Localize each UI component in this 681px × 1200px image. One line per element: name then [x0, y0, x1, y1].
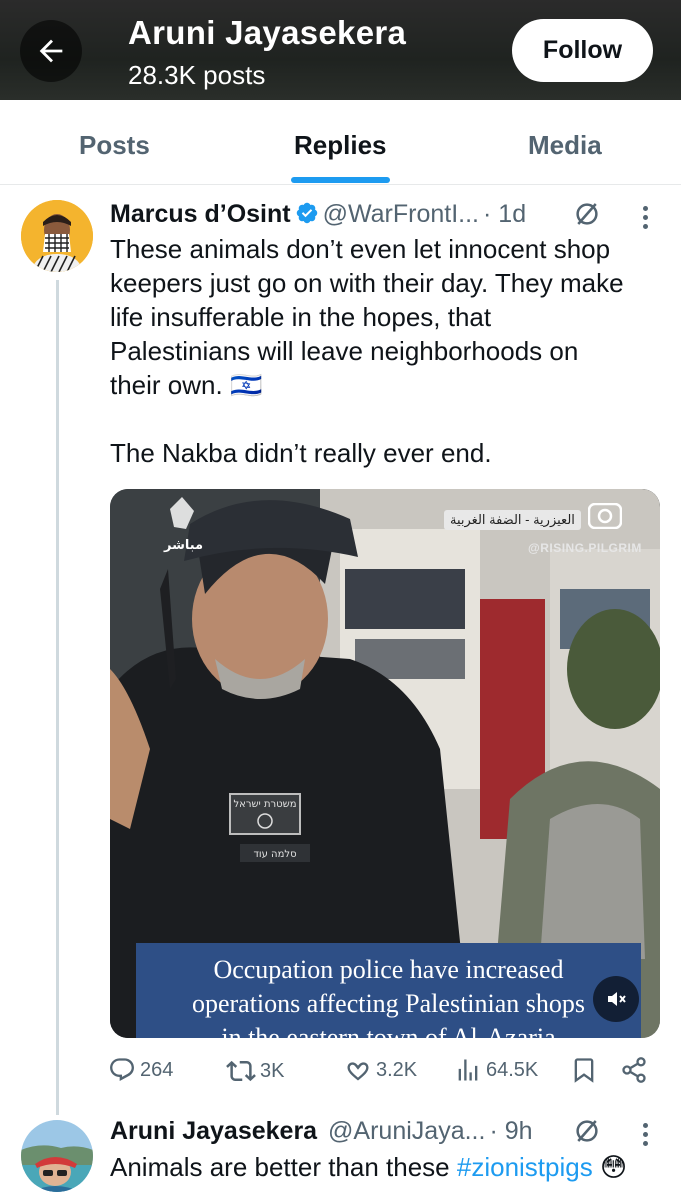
mute-button[interactable]	[593, 976, 639, 1022]
share-icon	[622, 1057, 646, 1083]
share-button[interactable]	[620, 1056, 652, 1084]
repost-button[interactable]: 3K	[226, 1056, 284, 1086]
post-time[interactable]: · 1d	[483, 200, 526, 228]
reply-count: 264	[140, 1058, 174, 1081]
avatar-image	[21, 200, 93, 272]
watermark: @RISING.PILGRIM	[528, 541, 642, 555]
profile-name: Aruni Jayasekera	[128, 14, 407, 51]
follow-button[interactable]: Follow	[512, 19, 653, 82]
video-media[interactable]: משטרת ישראל סלמה עוד العيزرية - الضفة ال…	[110, 489, 660, 1038]
avatar[interactable]	[21, 1120, 93, 1192]
grok-icon[interactable]	[572, 1116, 602, 1146]
post-count: 28.3K posts	[128, 60, 266, 90]
verified-badge-icon	[296, 202, 317, 224]
thread-connector	[56, 280, 59, 1115]
bookmark-button[interactable]	[570, 1056, 602, 1084]
like-count: 3.2K	[376, 1058, 418, 1081]
post-actions: 264 3K 3.2K 64.5K	[108, 1052, 653, 1092]
israel-flag-emoji: 🇮🇱	[229, 370, 263, 400]
hashtag-link[interactable]: #zionistpigs	[457, 1152, 593, 1182]
grok-icon[interactable]	[572, 199, 602, 229]
tab-media[interactable]: Media	[528, 130, 602, 161]
like-button[interactable]: 3.2K	[344, 1056, 417, 1084]
post-body: These animals don’t even let innocent sh…	[110, 232, 655, 470]
location-label: العيزرية - الضفة الغربية	[444, 510, 581, 530]
svg-text:סלמה עוד: סלמה עוד	[253, 849, 296, 860]
repost-icon	[226, 1060, 256, 1082]
author-handle[interactable]: @WarFrontI...	[323, 200, 479, 228]
active-tab-indicator	[291, 177, 390, 183]
channel-mark: مباشر	[164, 537, 204, 552]
more-options-icon[interactable]	[643, 1123, 649, 1150]
more-options-icon[interactable]	[643, 206, 649, 233]
views-chart-icon	[458, 1059, 478, 1081]
repost-count: 3K	[260, 1059, 285, 1082]
views-count: 64.5K	[486, 1058, 539, 1081]
post-body: Animals are better than these #zionistpi…	[110, 1150, 670, 1184]
post-time[interactable]: · 9h	[489, 1117, 532, 1145]
post-header: Marcus d’Osint @WarFrontI... · 1d	[110, 200, 526, 229]
bookmark-icon	[574, 1058, 594, 1083]
post-text-line: life insufferable in the hopes, that	[110, 302, 492, 332]
flushed-emoji: 😳	[599, 1152, 628, 1182]
video-caption: Occupation police have increased operati…	[136, 943, 641, 1038]
tab-replies[interactable]: Replies	[294, 130, 387, 161]
avatar-image	[21, 1120, 93, 1192]
muted-speaker-icon	[608, 992, 626, 1006]
post-text-line: their own.	[110, 370, 223, 400]
avatar[interactable]	[21, 200, 93, 272]
reply-button[interactable]: 264	[108, 1056, 173, 1084]
caption-line: in the eastern town of Al-Azaria	[221, 1023, 556, 1038]
post-header: Aruni Jayasekera @AruniJaya... · 9h	[110, 1117, 533, 1146]
back-button[interactable]	[20, 20, 82, 82]
post-text-line: These animals don’t even let innocent sh…	[110, 234, 611, 264]
profile-tabs: Posts Replies Media	[0, 100, 681, 185]
post-text-line: keepers just go on with their day. They …	[110, 268, 624, 298]
arrow-left-icon	[39, 39, 63, 63]
caption-line: Occupation police have increased	[213, 955, 564, 984]
author-name[interactable]: Aruni Jayasekera	[110, 1117, 317, 1145]
post-text: Animals are better than these	[110, 1152, 457, 1182]
profile-header: Aruni Jayasekera 28.3K posts Follow	[0, 0, 681, 100]
tab-posts[interactable]: Posts	[79, 130, 150, 161]
svg-text:משטרת ישראל: משטרת ישראל	[233, 799, 296, 810]
post-text-line: The Nakba didn’t really ever end.	[110, 438, 492, 468]
caption-line: operations affecting Palestinian shops	[191, 989, 586, 1018]
views-button[interactable]: 64.5K	[454, 1056, 538, 1084]
camera-logo-icon	[588, 503, 622, 529]
heart-icon	[347, 1062, 369, 1081]
reply-icon	[110, 1058, 134, 1081]
location-label-text: العيزرية - الضفة الغربية	[450, 512, 575, 527]
post-text-line: Palestinians will leave neighborhoods on	[110, 336, 579, 366]
author-handle[interactable]: @AruniJaya...	[328, 1117, 485, 1145]
author-name[interactable]: Marcus d’Osint	[110, 200, 291, 228]
